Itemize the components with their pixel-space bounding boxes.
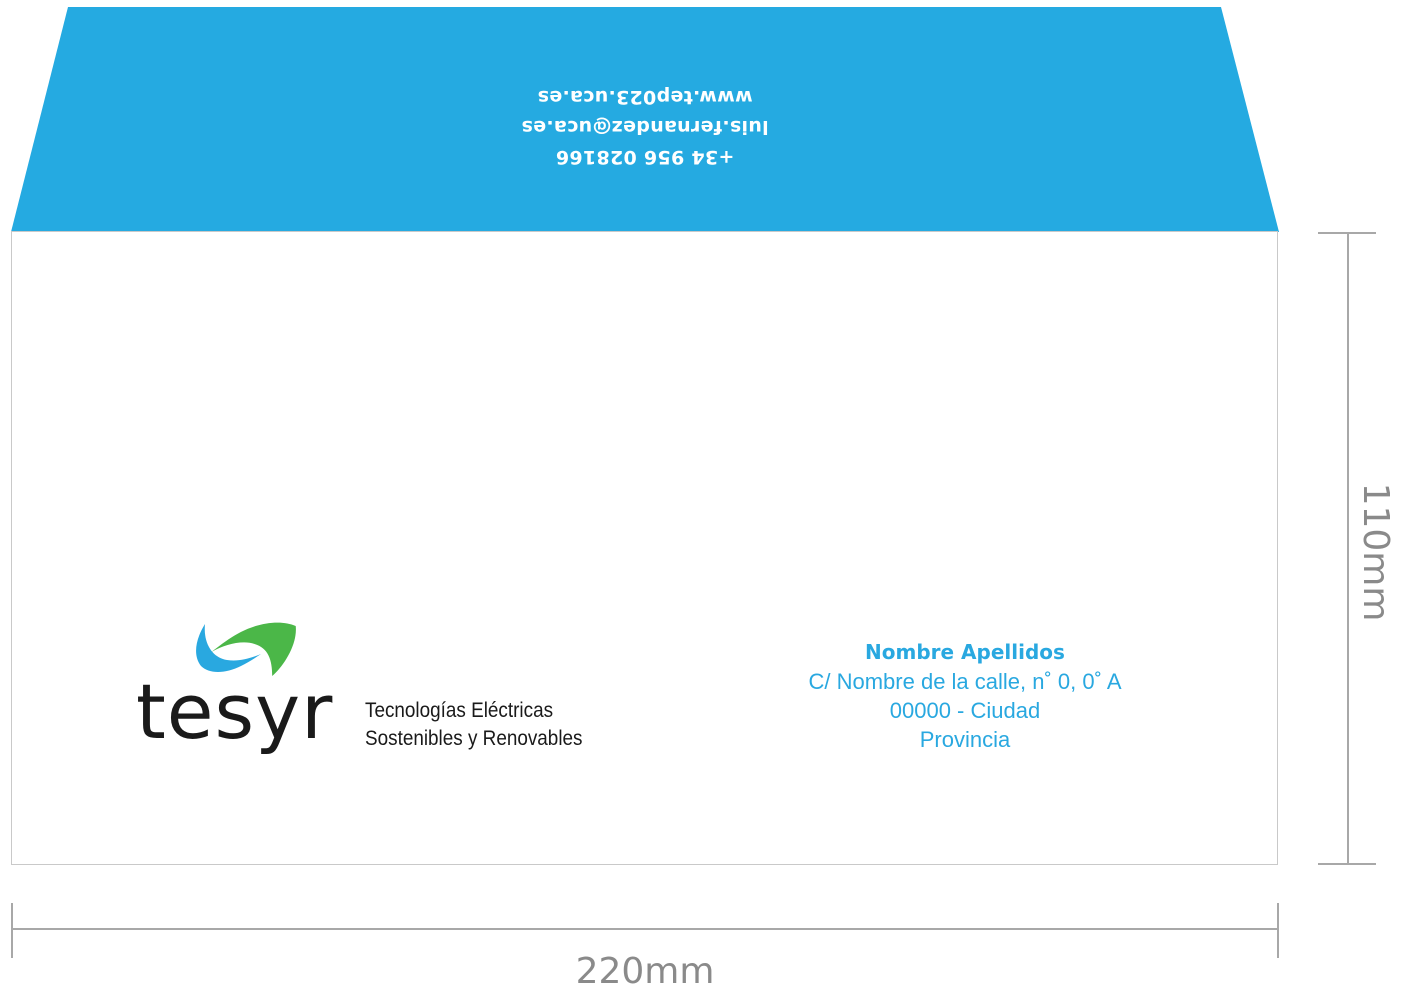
logo-wordmark: tesyr xyxy=(136,667,334,756)
tesyr-logo: tesyr Tecnologías Eléctricas Sostenibles… xyxy=(136,620,636,770)
recipient-postal-city: 00000 - Ciudad xyxy=(889,698,1041,723)
flap-phone: +34 956 028166 xyxy=(555,146,735,168)
envelope-mockup: +34 956 028166 luis.fernandez@uca.es www… xyxy=(0,0,1413,993)
recipient-street: C/ Nombre de la calle, n˚ 0, 0˚ A xyxy=(808,669,1122,694)
height-dimension-label: 110mm xyxy=(1355,482,1396,622)
logo-tagline-line2: Sostenibles y Renovables xyxy=(365,727,583,750)
logo-tagline: Tecnologías Eléctricas Sostenibles y Ren… xyxy=(365,697,582,753)
flap-email: luis.fernandez@uca.es xyxy=(521,116,769,138)
recipient-province: Provincia xyxy=(919,727,1011,752)
recipient-address: Nombre Apellidos C/ Nombre de la calle, … xyxy=(765,638,1165,754)
logo-tagline-line1: Tecnologías Eléctricas xyxy=(365,699,554,722)
recipient-name: Nombre Apellidos xyxy=(865,640,1065,664)
flap-contact-info: +34 956 028166 luis.fernandez@uca.es www… xyxy=(0,82,1290,172)
flap-website: www.tep023.uca.es xyxy=(537,86,753,108)
width-dimension-label: 220mm xyxy=(575,951,715,992)
